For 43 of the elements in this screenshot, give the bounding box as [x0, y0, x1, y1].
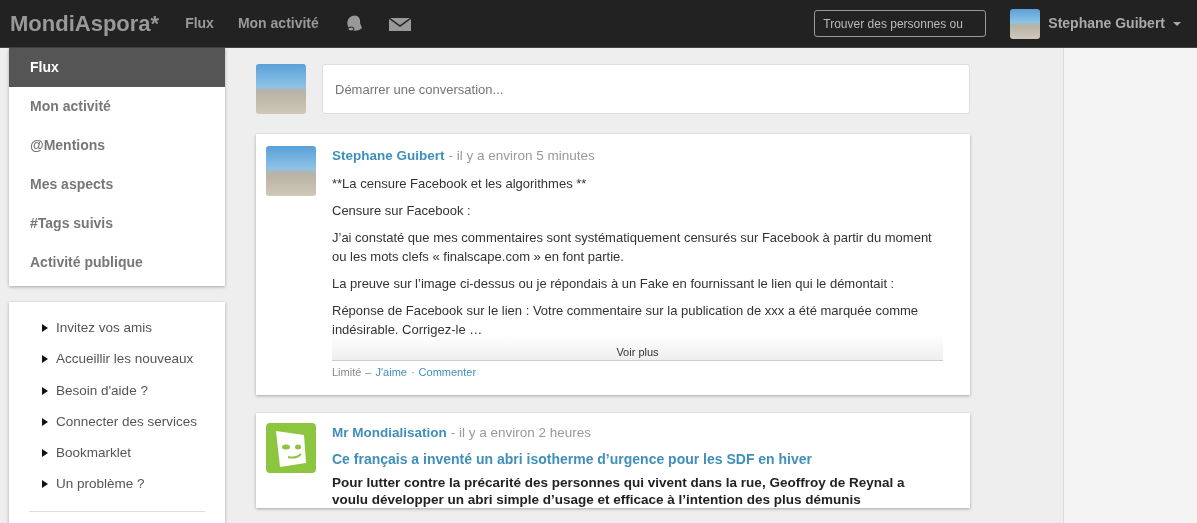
visibility-label: Limité [332, 365, 362, 381]
triangle-icon [42, 355, 48, 364]
separator: · [410, 365, 415, 381]
post-time: - il y a environ 2 heures [450, 423, 592, 442]
triangle-icon [42, 417, 48, 426]
article-title-link[interactable]: Ce français a inventé un abri isotherme d’urgence pour les SDF en hiver [332, 449, 943, 470]
author-link[interactable]: Mr Mondialisation [332, 422, 447, 443]
mail-icon[interactable] [388, 15, 411, 32]
post-paragraph: La preuve sur l’image ci-dessus ou je répondais à un Fake en fournissant le lien qui le démontait : [332, 275, 896, 294]
search-field[interactable]: Trouver des personnes ou [814, 10, 987, 37]
post-paragraph: Censure sur Facebook : [332, 202, 472, 221]
post-action-link[interactable]: Commenter [418, 364, 477, 381]
sidebar-item[interactable]: #Tags suivis [9, 204, 225, 243]
user-avatar-photo [256, 64, 306, 114]
sidebar-link[interactable]: Bookmarklet [56, 443, 132, 464]
post-action-link[interactable]: J'aime [375, 364, 407, 381]
triangle-icon [42, 480, 48, 489]
triangle-icon [42, 324, 48, 333]
sidebar-item[interactable]: Flux [9, 48, 225, 87]
post-paragraph: J’ai constaté que mes commentaires sont systématiquement censurés sur Facebook à partir du moment ou les mots clefs « finalscape.com » en font partie. [332, 229, 933, 267]
caret-icon[interactable] [1173, 21, 1181, 26]
conversation-field[interactable]: Démarrer une conversation... [322, 64, 970, 114]
sidebar-link[interactable]: Un problème ? [56, 474, 145, 495]
post-time: - il y a environ 5 minutes [448, 147, 595, 165]
triangle-icon [42, 449, 48, 458]
sidebar-link[interactable]: Invitez vos amis [56, 318, 153, 339]
triangle-icon [42, 386, 48, 395]
nav-link[interactable]: Flux [185, 13, 214, 34]
sidebar-link[interactable]: Besoin d'aide ? [56, 380, 148, 401]
article-summary: Pour lutter contre la précarité des personnes qui vivent dans la rue, Geoffroy de Reynal a voulu développer un abri simple d’usage et efficace à l’intention des plus démunis [332, 474, 906, 508]
user-menu[interactable]: Stephane Guibert [1048, 13, 1165, 34]
brand-logo[interactable]: MondiAspora* [0, 7, 170, 40]
separator: – [365, 365, 372, 381]
sidebar-item[interactable]: @Mentions [9, 126, 225, 165]
sidebar-link[interactable]: Accueillir les nouveaux [56, 349, 194, 370]
sidebar-item[interactable]: Mes aspects [9, 165, 225, 204]
sidebar-item[interactable]: Mon activité [9, 87, 225, 126]
sidebar-link[interactable]: Connecter des services [56, 411, 198, 432]
nav-link[interactable]: Mon activité [237, 13, 319, 34]
user-avatar-photo[interactable] [1010, 8, 1041, 39]
sidebar-item[interactable]: Activité publique [9, 243, 225, 282]
post-paragraph: **La censure Facebook et les algorithmes ** [332, 175, 588, 194]
author-link[interactable]: Stephane Guibert [332, 146, 445, 167]
